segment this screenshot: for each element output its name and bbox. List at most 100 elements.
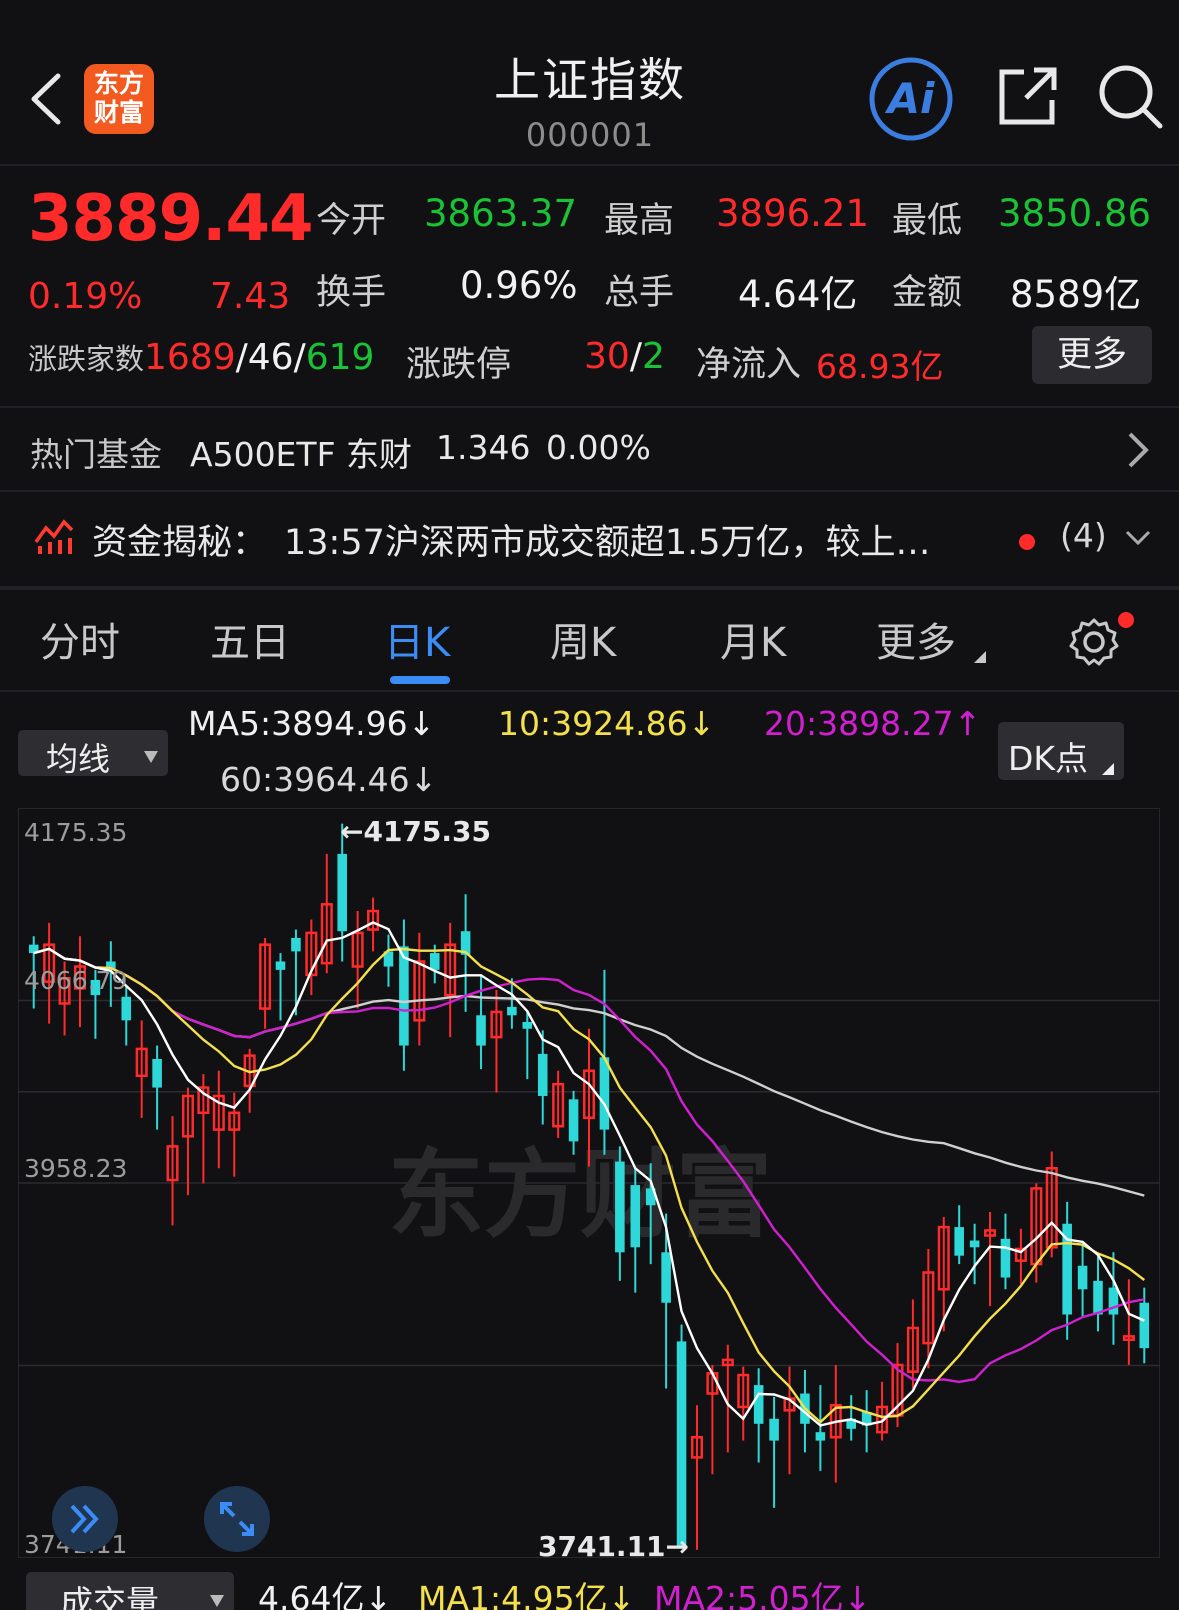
settings-notify-dot bbox=[1118, 612, 1134, 628]
candle-body-down bbox=[476, 1015, 486, 1046]
open-label: 今开 bbox=[316, 201, 387, 241]
indicator-selector[interactable]: 均线 bbox=[18, 730, 168, 778]
limit-up: 30 bbox=[584, 336, 630, 377]
news-title: 资金揭秘： bbox=[92, 523, 268, 563]
tab-intraday[interactable]: 分时 bbox=[40, 610, 120, 668]
change-percent: 0.19% bbox=[28, 276, 143, 317]
share-icon[interactable] bbox=[994, 64, 1060, 130]
news-row[interactable]: 资金揭秘： 13:57沪深两市成交额超1.5万亿，较上… (4) bbox=[0, 492, 1179, 586]
chevron-down-icon bbox=[1124, 528, 1152, 552]
candle-body-down bbox=[1139, 1302, 1150, 1349]
candle-body-down bbox=[661, 1252, 671, 1303]
candle-body-down bbox=[753, 1385, 764, 1424]
turnover-label: 换手 bbox=[316, 273, 387, 313]
high-label: 最高 bbox=[604, 201, 675, 241]
dropdown-corner-icon bbox=[1102, 760, 1114, 779]
breadth-row: 涨跌家数1689/46/619 bbox=[28, 336, 374, 378]
volume-indicator-selector[interactable]: 成交量 bbox=[26, 1572, 234, 1610]
limit-values: 30/2 bbox=[584, 336, 665, 377]
hot-fund-label: 热门基金 bbox=[30, 435, 162, 474]
limit-sep: / bbox=[629, 336, 642, 377]
app-logo: 东方 财富 bbox=[84, 64, 154, 134]
inflow-label: 净流入 bbox=[696, 345, 802, 385]
tab-active-indicator bbox=[390, 676, 450, 684]
tab-daily-k[interactable]: 日K bbox=[384, 610, 450, 668]
y-tick-middle: 3958.23 bbox=[24, 1154, 128, 1183]
news-text: 13:57沪深两市成交额超1.5万亿，较上… bbox=[284, 523, 931, 563]
low-label: 最低 bbox=[892, 201, 963, 241]
tab-weekly-k[interactable]: 周K bbox=[550, 610, 616, 668]
hot-fund-price: 1.346 bbox=[436, 428, 531, 467]
candle-body-down bbox=[969, 1240, 980, 1248]
candle-body-down bbox=[815, 1432, 826, 1441]
chart-watermark: 东方财富 bbox=[388, 1138, 772, 1251]
candle-body-down bbox=[152, 1058, 162, 1088]
ma20-value: 20:3898.27↑ bbox=[764, 704, 982, 743]
scroll-forward-button[interactable] bbox=[52, 1486, 118, 1552]
breadth-sep-2: / bbox=[293, 337, 306, 378]
candle-body-down bbox=[537, 1053, 548, 1096]
candle-body-down bbox=[769, 1418, 779, 1441]
search-icon[interactable] bbox=[1096, 62, 1166, 132]
hot-fund-row[interactable]: 热门基金 A500ETF 东财 1.346 0.00% bbox=[0, 408, 1179, 490]
indicator-selector-label: 均线 bbox=[46, 740, 111, 778]
kline-chart-svg: 东方财富 bbox=[18, 808, 1160, 1558]
candle-body-down bbox=[1077, 1265, 1088, 1290]
volume-ma1: MA1:4.95亿↓ bbox=[418, 1579, 636, 1610]
volume-selector-label: 成交量 bbox=[60, 1583, 159, 1610]
volume-value: 4.64亿↓ bbox=[258, 1579, 393, 1610]
candle-body-down bbox=[630, 1185, 641, 1248]
back-icon[interactable] bbox=[26, 70, 66, 128]
change-amount: 7.43 bbox=[210, 276, 291, 317]
page-title: 上证指数 bbox=[494, 53, 686, 107]
volume-value: 4.64亿 bbox=[738, 273, 858, 316]
dropdown-triangle-icon bbox=[144, 748, 158, 767]
tab-five-day[interactable]: 五日 bbox=[210, 610, 290, 668]
y-tick-top: 4175.35 bbox=[24, 818, 128, 847]
candle-body-down bbox=[121, 996, 132, 1021]
logo-text-line1: 东方 bbox=[93, 69, 144, 98]
more-button[interactable]: 更多 bbox=[1032, 326, 1152, 384]
settings-gear-icon[interactable] bbox=[1068, 616, 1120, 668]
candle-body-down bbox=[399, 946, 409, 1046]
news-count: (4) bbox=[1060, 516, 1107, 555]
candle-body-down bbox=[337, 853, 347, 932]
chevron-right-icon bbox=[1126, 430, 1150, 474]
high-price-marker: ←4175.35 bbox=[340, 815, 491, 848]
breadth-label: 涨跌家数 bbox=[28, 342, 145, 376]
kline-chart[interactable]: 东方财富 bbox=[18, 808, 1160, 1558]
candle-body-down bbox=[291, 937, 301, 952]
tab-monthly-k[interactable]: 月K bbox=[720, 610, 786, 668]
candle-body-down bbox=[954, 1227, 964, 1256]
candle-body-down bbox=[275, 961, 286, 970]
candle-body-down bbox=[507, 1006, 517, 1016]
dk-point-label: DK点 bbox=[1008, 739, 1089, 778]
y-tick-upper: 4066.79 bbox=[24, 966, 128, 995]
capital-chart-icon bbox=[34, 516, 74, 560]
ai-assistant-button[interactable]: Ai bbox=[868, 56, 954, 142]
tab-more[interactable]: 更多 bbox=[876, 610, 956, 668]
breadth-down: 619 bbox=[305, 337, 375, 378]
amount-value: 8589亿 bbox=[1010, 273, 1142, 316]
dk-point-button[interactable]: DK点 bbox=[998, 722, 1124, 780]
dropdown-triangle-icon bbox=[210, 1592, 224, 1610]
candle-body-down bbox=[522, 1022, 533, 1029]
fullscreen-expand-icon[interactable] bbox=[204, 1486, 270, 1552]
last-price: 3889.44 bbox=[28, 182, 313, 256]
volume-label: 总手 bbox=[604, 273, 675, 313]
ma60-value: 60:3964.46↓ bbox=[220, 760, 438, 799]
candle-body-down bbox=[599, 1057, 610, 1130]
limit-label: 涨跌停 bbox=[406, 345, 512, 385]
candle-body-down bbox=[1093, 1280, 1103, 1315]
unread-dot bbox=[1019, 534, 1035, 550]
candle-body-down bbox=[1000, 1238, 1011, 1278]
open-value: 3863.37 bbox=[424, 192, 578, 235]
candle-body-down bbox=[429, 953, 440, 970]
limit-down: 2 bbox=[641, 336, 665, 377]
breadth-up: 1689 bbox=[144, 337, 236, 378]
stock-code: 000001 bbox=[525, 116, 655, 154]
hot-fund-pct: 0.00% bbox=[546, 428, 651, 467]
breadth-sep-1: / bbox=[235, 337, 248, 378]
low-price-marker: 3741.11→ bbox=[538, 1530, 689, 1563]
low-value: 3850.86 bbox=[998, 192, 1152, 235]
